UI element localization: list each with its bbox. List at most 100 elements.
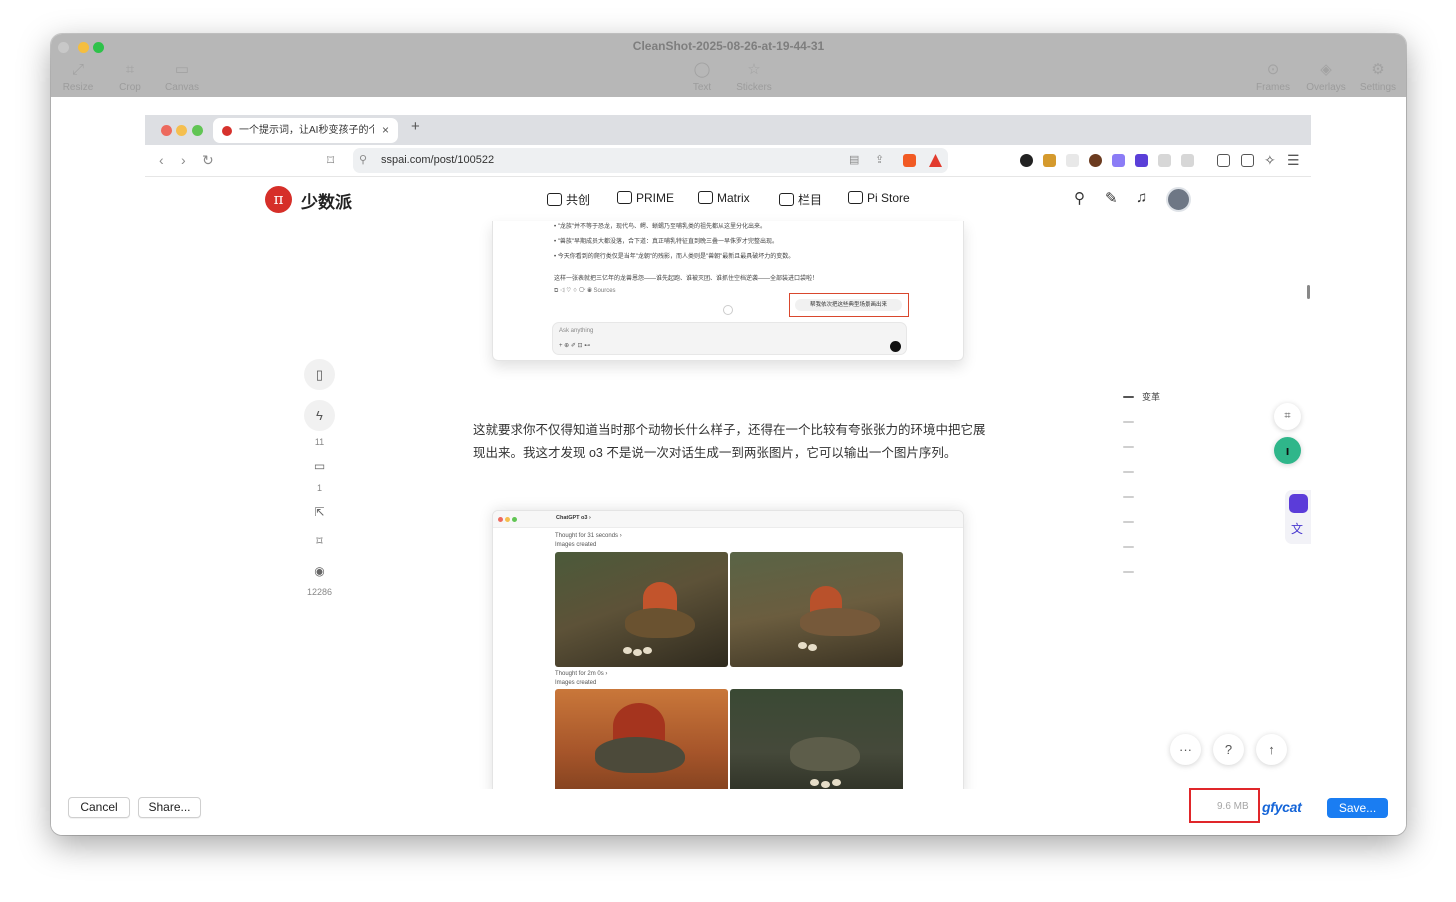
gfycat-upload-button[interactable]: gfycat xyxy=(1262,799,1302,815)
extension-brown-icon[interactable] xyxy=(1089,154,1102,167)
screenshot-icon[interactable]: ⌗ xyxy=(1274,403,1301,430)
site-settings-icon[interactable]: ⚲ xyxy=(359,153,367,166)
url-text: sspai.com/post/100522 xyxy=(381,154,495,166)
browser-tab-bar: 一个提示词，让AI秒变孩子的个 × + xyxy=(145,115,1311,145)
overlays-tool[interactable]: ◈ Overlays xyxy=(1301,60,1351,93)
like-count: 11 xyxy=(314,437,325,447)
dinosaur-image-2 xyxy=(730,552,903,667)
mobile-view-icon[interactable]: ▯ xyxy=(304,359,335,390)
help-button[interactable]: ? xyxy=(1213,734,1244,765)
nav-item-matrix[interactable]: Matrix xyxy=(698,191,750,205)
chat-app-icon[interactable] xyxy=(1289,494,1308,513)
store-icon xyxy=(848,191,863,204)
comment-icon[interactable]: ▭ xyxy=(304,459,335,473)
suggestion-highlight: 帮我依次把这些典型场景画出来 xyxy=(789,293,909,317)
save-button[interactable]: Save... xyxy=(1327,798,1388,818)
crop-tool[interactable]: ⌗ Crop xyxy=(105,60,155,93)
nav-item-pi-store[interactable]: Pi Store xyxy=(848,191,910,205)
dinosaur-image-3 xyxy=(555,689,728,791)
extension-fonts-icon[interactable] xyxy=(1066,154,1079,167)
tab-close-icon[interactable]: × xyxy=(382,118,389,143)
menu-icon[interactable]: ☰ xyxy=(1287,152,1300,169)
brave-shield-icon[interactable] xyxy=(903,154,916,167)
side-app-dock: 文 xyxy=(1285,490,1311,544)
extension-r-icon[interactable] xyxy=(1043,154,1056,167)
ask-anything-box: Ask anything + ⊕ ✐ ⊡ ⊷ xyxy=(552,322,907,355)
sidebar-toggle-icon[interactable] xyxy=(1217,154,1230,167)
search-icon[interactable]: ⚲ xyxy=(1074,189,1085,207)
resize-tool[interactable]: ⤢ Resize xyxy=(53,60,103,93)
chat-actions-row: ⧉ ◁ ♡ ♢ ⟳ ◉ Sources xyxy=(554,288,616,294)
cancel-button[interactable]: Cancel xyxy=(68,797,130,818)
column-icon xyxy=(779,193,794,206)
canvas-tool[interactable]: ▭ Canvas xyxy=(157,60,207,93)
frames-tool[interactable]: ⊙ Frames xyxy=(1248,60,1298,93)
browser-tab[interactable]: 一个提示词，让AI秒变孩子的个 × xyxy=(213,118,398,143)
charge-icon[interactable]: ϟ xyxy=(304,400,335,431)
nav-item-prime[interactable]: PRIME xyxy=(617,191,674,205)
write-icon[interactable]: ✎ xyxy=(1105,189,1118,207)
browser-close-dot[interactable] xyxy=(161,125,172,136)
back-icon[interactable]: ‹ xyxy=(159,152,164,168)
leo-ai-icon[interactable]: ✧ xyxy=(1264,152,1276,169)
browser-zoom-dot[interactable] xyxy=(192,125,203,136)
extension-purple-icon[interactable] xyxy=(1112,154,1125,167)
settings-tool[interactable]: ⚙ Settings xyxy=(1353,60,1403,93)
nav-item-community[interactable]: 共创 xyxy=(547,191,590,208)
share-article-icon[interactable]: ⇱ xyxy=(304,505,335,519)
matrix-icon xyxy=(698,191,713,204)
article-image-chat-2: ChatGPT o3 › Thought for 31 seconds › Im… xyxy=(492,510,964,791)
address-toolbar: ‹ › ↻ ⌑ ⚲ sspai.com/post/100522 ▤ ⇪ ✧ ☰ xyxy=(145,145,1311,177)
more-button[interactable]: ··· xyxy=(1170,734,1201,765)
new-tab-button[interactable]: + xyxy=(411,118,420,135)
scroll-down-icon xyxy=(723,305,733,315)
extensions-puzzle-icon[interactable] xyxy=(1158,154,1171,167)
share-icon[interactable]: ⇪ xyxy=(875,153,884,166)
gear-icon: ⚙ xyxy=(1371,61,1385,78)
article-image-chat-1: • "龙族"并不等于恐龙，现代鸟、鳄、蜥蜴乃至哺乳类的祖先都从这里分化出来。 •… xyxy=(492,221,964,361)
stickers-tool[interactable]: ☆ Stickers xyxy=(729,60,779,93)
dinosaur-image-1 xyxy=(555,552,728,667)
sspai-header: π 少数派 共创 PRIME Matrix 栏目 Pi Store ⚲ ✎ ♫ xyxy=(145,177,1311,221)
reload-icon[interactable]: ↻ xyxy=(202,152,214,169)
sspai-favicon-icon xyxy=(222,126,232,136)
canvas-icon: ▭ xyxy=(174,61,190,78)
view-count: 12286 xyxy=(306,587,333,597)
text-tool[interactable]: ◯ Text xyxy=(677,60,727,93)
assistant-icon[interactable]: ı xyxy=(1274,437,1301,464)
bookmark-icon[interactable]: ⌑ xyxy=(327,152,334,169)
translate-icon[interactable]: 文 xyxy=(1291,520,1303,537)
avatar[interactable] xyxy=(1166,187,1191,212)
composer-tools-icon: + ⊕ ✐ ⊡ ⊷ xyxy=(559,343,591,349)
share-button[interactable]: Share... xyxy=(138,797,201,818)
frames-icon: ⊙ xyxy=(1266,61,1280,78)
wallet-icon[interactable] xyxy=(1241,154,1254,167)
screenshot-preview: 一个提示词，让AI秒变孩子的个 × + ‹ › ↻ ⌑ ⚲ sspai.com/… xyxy=(145,115,1311,791)
window-title: CleanShot-2025-08-26-at-19-44-31 xyxy=(632,39,825,53)
overlays-icon: ◈ xyxy=(1320,61,1332,78)
extension-chat-icon[interactable] xyxy=(1135,154,1148,167)
scrollbar-thumb[interactable] xyxy=(1307,285,1310,299)
voice-mode-icon xyxy=(890,341,901,352)
highlight-box xyxy=(1189,788,1260,823)
site-name[interactable]: 少数派 xyxy=(301,188,352,213)
bookmark-article-icon[interactable]: ⌑ xyxy=(304,534,335,548)
reader-icon[interactable]: ▤ xyxy=(849,153,859,166)
chat-window-bar: ChatGPT o3 › xyxy=(493,511,963,528)
community-icon xyxy=(547,193,562,206)
dinosaur-image-4 xyxy=(730,689,903,791)
extension-ghost-icon[interactable] xyxy=(1020,154,1033,167)
sspai-logo-icon[interactable]: π xyxy=(265,186,292,213)
nav-item-column[interactable]: 栏目 xyxy=(779,191,822,208)
url-bar[interactable]: ⚲ sspai.com/post/100522 ▤ ⇪ xyxy=(353,148,948,173)
back-to-top-button[interactable]: ↑ xyxy=(1256,734,1287,765)
brave-rewards-icon[interactable] xyxy=(929,154,942,167)
browser-minimize-dot[interactable] xyxy=(176,125,187,136)
comment-count: 1 xyxy=(316,483,322,493)
article-paragraph: 这就要求你不仅得知道当时那个动物长什么样子，还得在一个比较有夸张张力的环境中把它… xyxy=(473,423,986,460)
crop-icon: ⌗ xyxy=(125,61,135,78)
forward-icon[interactable]: › xyxy=(181,152,186,168)
prime-icon xyxy=(617,191,632,204)
bell-icon[interactable]: ♫ xyxy=(1136,189,1147,206)
extension-screen-icon[interactable] xyxy=(1181,154,1194,167)
